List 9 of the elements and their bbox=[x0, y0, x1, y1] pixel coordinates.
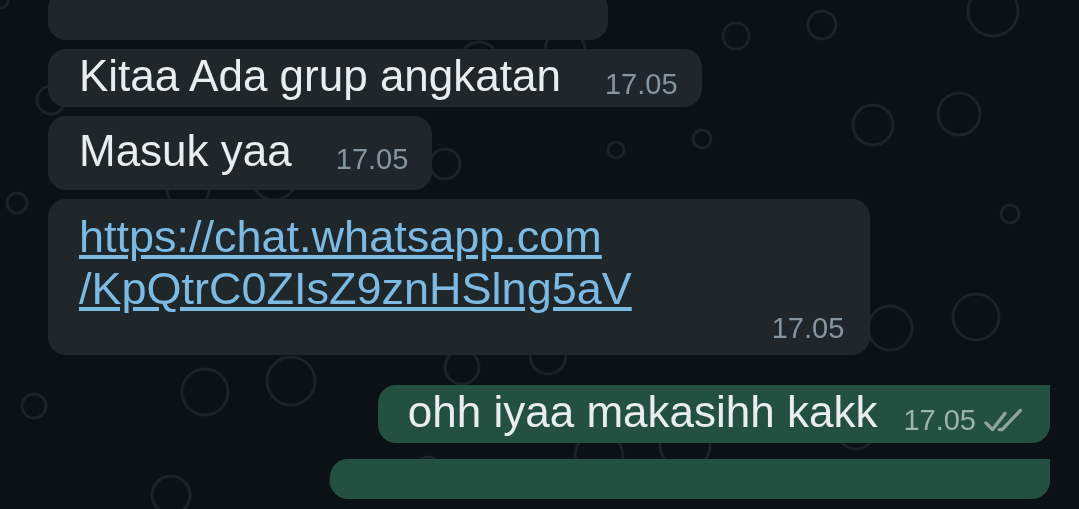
message-text: ohh iyaa makasihh kakk bbox=[407, 387, 878, 437]
link[interactable]: /KpQtrC0ZIsZ9znHSlng5aV bbox=[79, 263, 632, 315]
message-text: Masuk yaa bbox=[79, 126, 292, 176]
message-time: 17.05 bbox=[335, 143, 409, 176]
link[interactable]: https://chat.whatsapp.com bbox=[79, 211, 632, 263]
message-time: 17.05 bbox=[903, 404, 976, 437]
message-text: Kitaa Ada grup angkatan bbox=[79, 51, 561, 101]
message-time: 17.05 bbox=[771, 312, 845, 345]
message-time: 17.05 bbox=[604, 68, 678, 101]
